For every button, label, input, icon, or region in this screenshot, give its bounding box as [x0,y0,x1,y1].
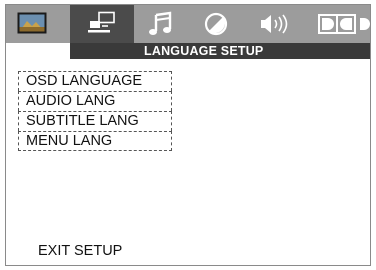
language-menu: OSD LANGUAGE AUDIO LANG SUBTITLE LANG ME… [18,71,172,151]
exit-setup-button[interactable]: EXIT SETUP [38,243,122,259]
dolby-icon [318,14,370,34]
menu-item-audio-lang[interactable]: AUDIO LANG [18,91,172,111]
music-note-icon [149,11,172,35]
setup-screen: LANGUAGE SETUP OSD LANGUAGE AUDIO LANG S… [5,4,371,266]
tab-speaker[interactable] [250,5,306,43]
tab-audio[interactable] [140,5,184,43]
menu-item-subtitle-lang[interactable]: SUBTITLE LANG [18,111,172,131]
contrast-icon [204,12,228,36]
tab-bar [6,5,370,59]
speaker-icon [261,14,288,34]
menu-item-osd-language[interactable]: OSD LANGUAGE [18,71,172,91]
tab-video[interactable] [194,5,238,43]
menu-item-label: SUBTITLE LANG [26,113,139,129]
menu-item-label: AUDIO LANG [26,93,116,109]
tab-picture[interactable] [12,5,52,43]
language-setup-icon [88,11,115,33]
menu-item-label: OSD LANGUAGE [26,73,143,89]
menu-item-menu-lang[interactable]: MENU LANG [18,131,172,151]
menu-item-label: MENU LANG [26,133,113,149]
section-title: LANGUAGE SETUP [144,44,264,58]
section-title-bar: LANGUAGE SETUP [70,43,370,59]
tab-dolby[interactable] [312,5,370,43]
tv-picture-icon [17,12,47,34]
